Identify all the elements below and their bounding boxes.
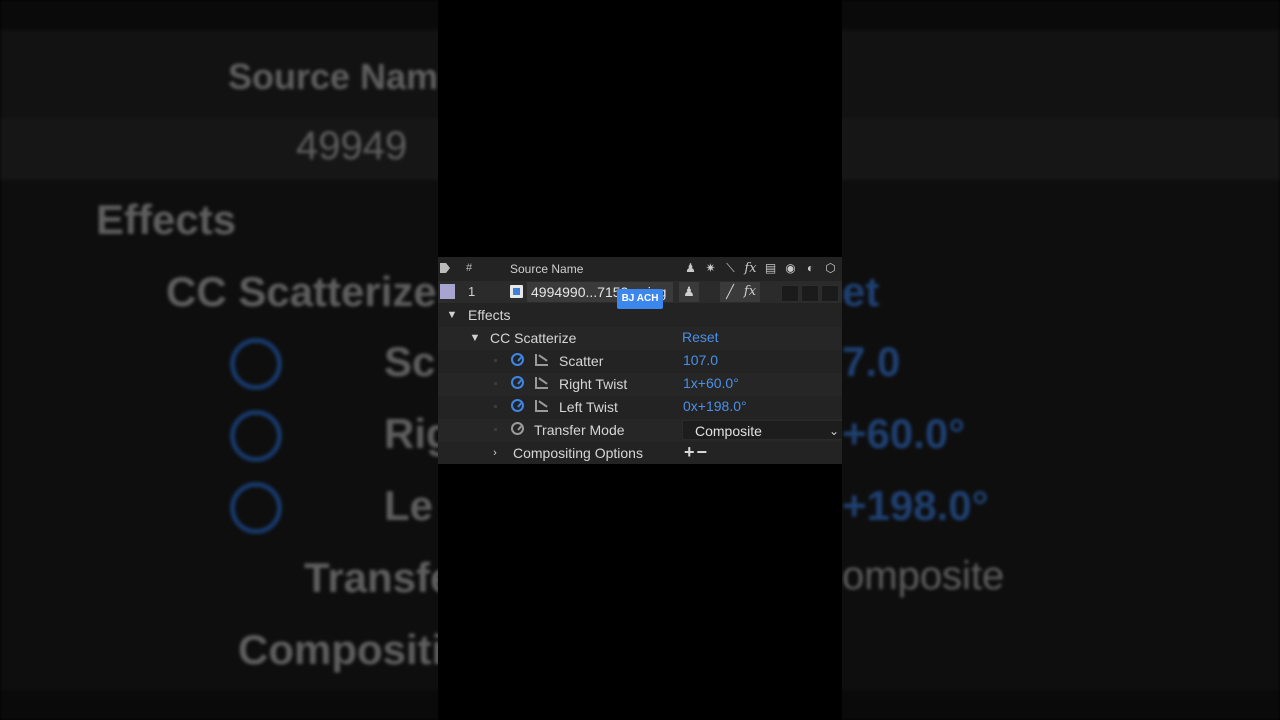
graph-icon[interactable] [535,400,548,412]
quality-switch-icon[interactable]: ╱ [720,282,740,302]
graph-icon[interactable] [535,377,548,389]
compositing-options-label: Compositing Options [513,445,643,461]
property-label: Left Twist [559,399,618,415]
bg-transfer: Transfe [304,554,454,601]
bg-stopwatch-icon [230,410,282,462]
image-file-icon [510,285,523,298]
number-column-header: # [466,262,473,274]
switches-header: ♟ ✷ ⟍ fx ▤ ◉ ◐ ⬡ [682,260,839,277]
indent-dot [494,405,497,408]
bg-scatter: Sc [384,338,436,385]
video-center-column: # Source Name ♟ ✷ ⟍ fx ▤ ◉ ◐ ⬡ 1 4994990… [438,0,842,720]
stopwatch-icon[interactable] [511,399,524,412]
adjustment-switch[interactable] [821,285,839,302]
chevron-down-icon: ⌄ [828,424,839,438]
indent-dot [494,382,497,385]
label-color-swatch[interactable] [440,284,455,299]
frame-blend-switch[interactable] [781,285,799,302]
bg-effects: Effects [96,196,237,243]
chevron-right-icon[interactable]: › [489,447,501,459]
bg-left-value: +198.0° [842,482,989,529]
effects-label: Effects [468,307,511,323]
property-row-scatter: Scatter 107.0 [438,350,842,373]
bg-composite: omposite [842,554,1005,598]
bg-reset: et [842,268,880,315]
bg-layer-name: 49949 [296,124,408,168]
indent-dot [494,428,497,431]
column-header: # Source Name ♟ ✷ ⟍ fx ▤ ◉ ◐ ⬡ [438,257,842,282]
property-value[interactable]: 107.0 [683,352,718,368]
collapse-icon[interactable]: ✷ [702,260,719,277]
indent-dot [494,359,497,362]
motion-blur-switch[interactable] [801,285,819,302]
property-label: Transfer Mode [534,422,625,438]
3d-icon[interactable]: ⬡ [822,260,839,277]
property-label: Scatter [559,353,604,369]
channel-watermark: BJ ACH [617,289,663,309]
bg-source-name: Source Nam [228,56,439,97]
stopwatch-icon[interactable] [511,376,524,389]
bg-stopwatch-icon [230,482,282,534]
shy-switch-icon[interactable]: ♟ [679,282,699,302]
fx-switch-icon[interactable]: fx [740,282,760,302]
source-name-column-header[interactable]: Source Name [510,262,583,276]
label-tag-icon [440,263,450,273]
property-value[interactable]: 0x+198.0° [683,398,747,414]
property-row-right-twist: Right Twist 1x+60.0° [438,373,842,396]
shy-icon[interactable]: ♟ [682,260,699,277]
layer-number: 1 [468,284,476,299]
property-row-transfer-mode: Transfer Mode Composite ⌄ [438,419,842,442]
bg-scatter-value: 7.0 [842,338,901,385]
property-label: Right Twist [559,376,628,392]
bg-left-twist: Le [384,482,434,529]
compositing-options-row[interactable]: › Compositing Options +− [438,442,842,465]
stopwatch-icon[interactable] [511,422,524,435]
add-remove-mask-buttons[interactable]: +− [684,442,709,463]
stopwatch-icon[interactable] [511,353,524,366]
property-value[interactable]: 1x+60.0° [683,375,739,391]
transfer-mode-select[interactable]: Composite ⌄ [682,420,842,440]
fx-icon[interactable]: fx [742,260,759,277]
property-row-left-twist: Left Twist 0x+198.0° [438,396,842,419]
quality-icon[interactable]: ⟍ [722,260,739,277]
motion-blur-icon[interactable]: ◉ [782,260,799,277]
effect-name: CC Scatterize [490,330,577,346]
bg-effect-name: CC Scatterize [166,268,437,315]
graph-icon[interactable] [535,354,548,366]
bg-stopwatch-icon [230,338,282,390]
adjustment-icon[interactable]: ◐ [802,260,819,277]
bg-right-value: +60.0° [842,410,966,457]
transfer-mode-value: Composite [695,423,762,439]
chevron-down-icon[interactable]: ▼ [446,309,458,321]
bg-compositing: Compositi [238,626,444,673]
chevron-down-icon[interactable]: ▼ [469,332,481,344]
effect-row[interactable]: ▼ CC Scatterize Reset [438,327,842,350]
frame-blend-icon[interactable]: ▤ [762,260,779,277]
reset-link[interactable]: Reset [682,329,719,345]
